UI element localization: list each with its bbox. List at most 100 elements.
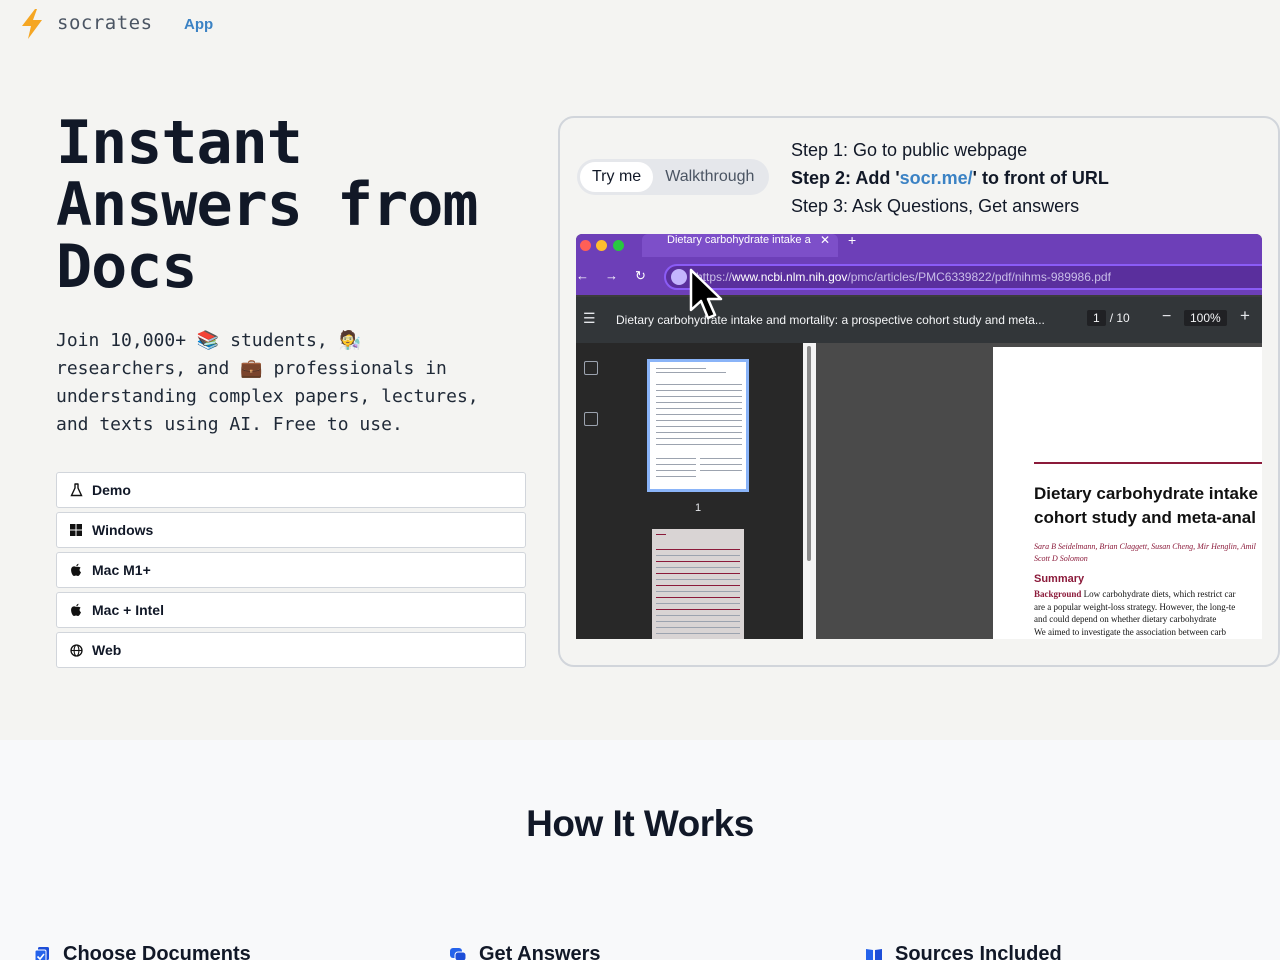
paper-body: Background Low carbohydrate diets, which… [1034, 588, 1262, 638]
hero-subtitle: Join 10,000+ 📚 students, 🧑‍🔬 researchers… [56, 327, 536, 439]
browser-demo-screenshot: Dietary carbohydrate intake a ✕ + ← → ↻ … [576, 234, 1262, 639]
windows-button-label: Windows [92, 522, 154, 538]
feature-get-answers: Get Answers [449, 943, 601, 960]
close-icon: ✕ [819, 234, 830, 247]
paper-body-line-2: are a popular weight-loss strategy. Howe… [1034, 601, 1236, 612]
step-2-suffix: ' to front of URL [972, 168, 1109, 188]
address-field: https://www.ncbi.nlm.nih.gov/pmc/article… [664, 264, 1262, 290]
paper-authors-line-2: Scott D Solomon [1034, 554, 1088, 563]
hero-subtitle-line-4: and texts using AI. Free to use. [56, 414, 403, 435]
pdf-thumbnail-sidebar: 1 [576, 343, 803, 639]
menu-icon: ☰ [583, 310, 596, 326]
brand-name[interactable]: socrates [57, 12, 153, 34]
step-2: Step 2: Add 'socr.me/' to front of URL [791, 164, 1109, 192]
windows-button[interactable]: Windows [56, 512, 526, 548]
feature-choose-documents: Choose Documents [33, 943, 251, 960]
web-button-label: Web [92, 642, 122, 658]
address-url: https://www.ncbi.nlm.nih.gov/pmc/article… [696, 270, 1111, 284]
reload-icon: ↻ [635, 268, 646, 283]
feature-sources-included-label: Sources Included [895, 943, 1062, 960]
demo-button-label: Demo [92, 482, 131, 498]
minimize-window-dot [596, 240, 607, 251]
step-2-prefix: Step 2: Add ' [791, 168, 900, 188]
pdf-title: Dietary carbohydrate intake and mortalit… [616, 313, 1045, 327]
paper-authors: Sara B Seidelmann, Brian Claggett, Susan… [1034, 541, 1262, 565]
lightning-bolt-icon[interactable] [18, 8, 46, 40]
apple-icon [69, 603, 83, 617]
pdf-toolbar: ☰ Dietary carbohydrate intake and mortal… [576, 297, 1262, 343]
step-1: Step 1: Go to public webpage [791, 140, 1028, 160]
forward-arrow-icon: → [605, 268, 618, 283]
sidebar-scrollbar [803, 343, 816, 639]
pdf-page: Dietary carbohydrate intake cohort study … [993, 347, 1262, 639]
step-3: Step 3: Ask Questions, Get answers [791, 196, 1080, 216]
chat-icon [449, 946, 467, 960]
zoom-out-icon: − [1162, 308, 1172, 325]
how-it-works-title: How It Works [526, 803, 754, 844]
paper-heading: Dietary carbohydrate intake cohort study … [1034, 482, 1262, 530]
hero-subtitle-line-2: researchers, and 💼 professionals in [56, 358, 447, 379]
paper-body-line-4: We aimed to investigate the association … [1034, 626, 1226, 637]
document-check-icon [33, 946, 51, 960]
demo-button[interactable]: Demo [56, 472, 526, 508]
tab-try-me[interactable]: Try me [580, 162, 654, 192]
sidebar-scrollbar-thumb [807, 346, 811, 561]
paper-body-line-1: Low carbohydrate diets, which restrict c… [1081, 589, 1236, 599]
page-thumbnail-2 [652, 529, 744, 639]
back-arrow-icon: ← [576, 268, 589, 283]
mac-intel-button[interactable]: Mac + Intel [56, 592, 526, 628]
hero-subtitle-line-3: understanding complex papers, lectures, [56, 386, 479, 407]
mac-m1-button-label: Mac M1+ [92, 562, 151, 578]
zoom-in-icon: + [1240, 306, 1250, 325]
feature-choose-documents-label: Choose Documents [63, 943, 251, 960]
mouse-cursor-icon [689, 268, 723, 320]
hero-title-line-1: Instant [56, 108, 303, 178]
step-2-link[interactable]: socr.me/ [900, 168, 973, 188]
web-button[interactable]: Web [56, 632, 526, 668]
apple-icon [69, 563, 83, 577]
mac-m1-button[interactable]: Mac M1+ [56, 552, 526, 588]
top-nav: socrates App [0, 0, 1280, 50]
demo-mode-toggle: Try me Walkthrough [577, 159, 770, 195]
windows-icon [69, 523, 83, 537]
feature-sources-included: Sources Included [865, 943, 1062, 960]
hero-subtitle-line-1: Join 10,000+ 📚 students, 🧑‍🔬 [56, 330, 361, 351]
page-thumbnail-label: 1 [695, 502, 702, 514]
browser-tab-title: Dietary carbohydrate intake a [667, 234, 811, 246]
hero-title-line-2: Answers from [56, 170, 478, 240]
url-path: /pmc/articles/PMC6339822/pdf/nihms-98998… [847, 270, 1111, 284]
nav-app-link[interactable]: App [184, 16, 213, 33]
url-host: www.ncbi.nlm.nih.gov [732, 270, 848, 284]
flask-icon [69, 483, 83, 497]
download-options: Demo Windows Mac M1+ Mac + Intel Web [56, 472, 526, 672]
pdf-zoom-level: 100% [1184, 310, 1227, 326]
hero-title: Instant Answers from Docs [56, 112, 536, 298]
demo-card: Try me Walkthrough Step 1: Go to public … [558, 116, 1280, 667]
book-icon [865, 946, 883, 960]
globe-icon [69, 643, 83, 657]
tab-walkthrough[interactable]: Walkthrough [653, 162, 766, 192]
paper-header-rule [1034, 462, 1262, 464]
paper-summary-heading: Summary [1034, 573, 1085, 585]
mac-intel-button-label: Mac + Intel [92, 602, 164, 618]
thumbnails-icon [584, 361, 598, 375]
paper-authors-line-1: Sara B Seidelmann, Brian Claggett, Susan… [1034, 542, 1256, 551]
pdf-page-current: 1 [1087, 310, 1106, 326]
page-thumbnail-1 [647, 359, 749, 492]
maximize-window-dot [613, 240, 624, 251]
browser-tab-bar: Dietary carbohydrate intake a ✕ + [576, 234, 1262, 257]
browser-tab: Dietary carbohydrate intake a ✕ [642, 234, 838, 257]
site-settings-icon [671, 269, 687, 285]
new-tab-icon: + [848, 234, 857, 248]
paper-background-label: Background [1034, 589, 1082, 599]
paper-heading-line-1: Dietary carbohydrate intake [1034, 484, 1258, 503]
pdf-page-total: / 10 [1109, 311, 1130, 325]
paper-body-line-3: and could depend on whether dietary carb… [1034, 614, 1217, 624]
how-it-works-section: How It Works Choose Documents Get Answer… [0, 740, 1280, 960]
close-window-dot [580, 240, 591, 251]
outline-icon [584, 412, 598, 426]
pdf-viewer: Dietary carbohydrate intake cohort study … [816, 343, 1262, 639]
hero-title-line-3: Docs [56, 232, 197, 302]
pdf-page-indicator: 1/ 10 [1087, 310, 1130, 326]
browser-url-bar: ← → ↻ https://www.ncbi.nlm.nih.gov/pmc/a… [576, 257, 1262, 295]
